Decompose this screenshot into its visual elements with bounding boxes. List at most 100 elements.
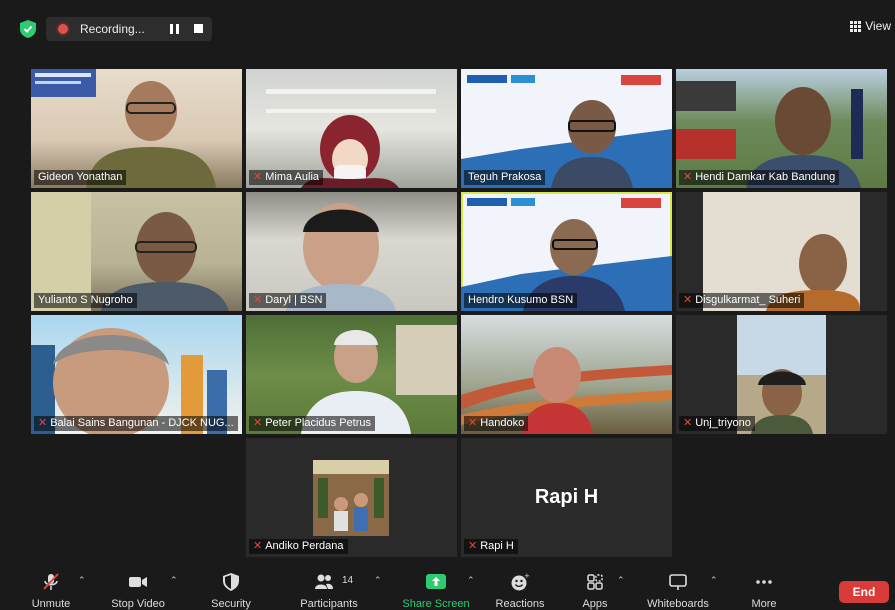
participant-name: Handoko	[480, 417, 525, 429]
participant-name-label: ✕ Unj_triyono	[679, 416, 755, 431]
video-options-chevron-icon[interactable]: ⌃	[170, 575, 178, 586]
video-tile[interactable]: ✕ Andiko Perdana	[246, 438, 457, 557]
participant-name-label: ✕ Rapi H	[464, 539, 518, 554]
muted-mic-icon: ✕	[468, 540, 478, 552]
participant-name-label: ✕ Peter Placidus Petrus	[249, 416, 375, 431]
participants-options-chevron-icon[interactable]: ⌃	[374, 575, 382, 586]
muted-mic-icon: ✕	[253, 294, 263, 306]
security-button[interactable]: Security	[204, 565, 258, 610]
shield-check-icon[interactable]	[20, 20, 36, 38]
recording-label: Recording...	[80, 22, 145, 36]
video-tile[interactable]: ✕ Handoko	[461, 315, 672, 434]
participant-name-label: Yulianto S Nugroho	[34, 293, 137, 308]
more-label: More	[751, 598, 777, 610]
reactions-smiley-icon: +	[511, 573, 530, 591]
active-speaker-tile[interactable]: Hendro Kusumo BSN	[461, 192, 672, 311]
view-button[interactable]: View	[850, 19, 891, 33]
share-options-chevron-icon[interactable]: ⌃	[467, 575, 475, 586]
participant-name-label: Hendro Kusumo BSN	[464, 293, 578, 308]
participants-people-icon	[315, 574, 333, 589]
meeting-top-bar: Recording... View	[0, 0, 895, 58]
muted-mic-icon: ✕	[253, 417, 263, 429]
participant-name: Daryl | BSN	[265, 294, 323, 306]
muted-mic-icon: ✕	[253, 540, 263, 552]
participant-display-name: Rapi H	[534, 486, 599, 508]
unmute-label: Unmute	[31, 598, 71, 610]
more-button[interactable]: More	[744, 565, 784, 610]
participant-name: Teguh Prakosa	[468, 171, 542, 183]
video-tile[interactable]: ✕ Hendi Damkar Kab Bandung	[676, 69, 887, 188]
share-screen-label: Share Screen	[402, 598, 470, 610]
participant-name: Peter Placidus Petrus	[265, 417, 371, 429]
apps-label: Apps	[582, 598, 608, 610]
muted-mic-icon: ✕	[253, 171, 263, 183]
recording-indicator: Recording...	[46, 17, 212, 41]
whiteboards-button[interactable]: Whiteboards	[642, 565, 714, 610]
video-tile[interactable]: ✕ Balai Sains Bangunan - DJCK NUG...	[31, 315, 242, 434]
stop-video-label: Stop Video	[111, 598, 165, 610]
participant-name: Balai Sains Bangunan - DJCK NUG...	[50, 417, 234, 429]
apps-button[interactable]: Apps	[576, 565, 614, 610]
share-screen-button[interactable]: Share Screen	[400, 565, 472, 610]
video-tile[interactable]: ✕ Daryl | BSN	[246, 192, 457, 311]
participant-name: Mima Aulia	[265, 171, 320, 183]
participant-name-label: ✕ Handoko	[464, 416, 529, 431]
participants-label: Participants	[300, 598, 358, 610]
participant-name: Rapi H	[480, 540, 514, 552]
reactions-label: Reactions	[495, 598, 545, 610]
participant-name: Yulianto S Nugroho	[38, 294, 133, 306]
participant-name: Hendro Kusumo BSN	[468, 294, 574, 306]
participants-button[interactable]: 14 Participants	[296, 565, 362, 610]
video-tile[interactable]: Yulianto S Nugroho	[31, 192, 242, 311]
video-tile[interactable]: Teguh Prakosa	[461, 69, 672, 188]
meeting-toolbar: Unmute ⌃ Stop Video ⌃ Security 14 Partic…	[0, 565, 895, 610]
muted-mic-icon: ✕	[468, 417, 478, 429]
pause-recording-icon[interactable]	[170, 24, 180, 34]
security-label: Security	[211, 598, 251, 610]
video-tile[interactable]: Gideon Yonathan	[31, 69, 242, 188]
video-tile[interactable]: Rapi H ✕ Rapi H	[461, 438, 672, 557]
gallery-grid-icon	[850, 20, 862, 32]
apps-grid-icon	[587, 574, 603, 590]
end-meeting-button[interactable]: End	[839, 581, 889, 603]
audio-options-chevron-icon[interactable]: ⌃	[78, 575, 86, 586]
video-tile[interactable]: ✕ Mima Aulia	[246, 69, 457, 188]
stop-video-button[interactable]: Stop Video	[106, 565, 170, 610]
muted-microphone-icon	[43, 573, 59, 590]
reactions-button[interactable]: + Reactions	[490, 565, 550, 610]
share-screen-arrow-icon	[426, 574, 446, 589]
muted-mic-icon: ✕	[683, 417, 693, 429]
participant-name-label: ✕ Balai Sains Bangunan - DJCK NUG...	[34, 416, 238, 431]
video-camera-icon	[129, 577, 147, 587]
apps-options-chevron-icon[interactable]: ⌃	[617, 575, 625, 586]
more-dots-icon	[756, 580, 772, 584]
participant-name-label: ✕ Hendi Damkar Kab Bandung	[679, 170, 840, 185]
record-dot-icon	[58, 24, 68, 34]
unmute-button[interactable]: Unmute	[24, 565, 78, 610]
whiteboard-icon	[669, 574, 687, 590]
security-shield-icon	[223, 573, 239, 591]
participant-name: Hendi Damkar Kab Bandung	[695, 171, 836, 183]
muted-mic-icon: ✕	[38, 417, 48, 429]
stop-recording-icon[interactable]	[194, 24, 203, 33]
participant-name-label: ✕ Disgulkarmat_ Suheri	[679, 293, 805, 308]
muted-mic-icon: ✕	[683, 171, 693, 183]
participant-name-label: Teguh Prakosa	[464, 170, 546, 185]
participant-name-label: ✕ Mima Aulia	[249, 170, 324, 185]
view-label: View	[865, 19, 891, 33]
whiteboards-label: Whiteboards	[647, 598, 709, 610]
participant-name: Andiko Perdana	[265, 540, 344, 552]
svg-text:+: +	[524, 573, 530, 580]
participant-name-label: ✕ Andiko Perdana	[249, 539, 348, 554]
video-tile[interactable]: ✕ Unj_triyono	[676, 315, 887, 434]
participant-name: Gideon Yonathan	[38, 171, 123, 183]
video-tile[interactable]: ✕ Peter Placidus Petrus	[246, 315, 457, 434]
whiteboards-options-chevron-icon[interactable]: ⌃	[710, 575, 718, 586]
participant-name-label: ✕ Daryl | BSN	[249, 293, 327, 308]
participants-count: 14	[342, 575, 354, 586]
participant-name: Disgulkarmat_ Suheri	[695, 294, 801, 306]
participant-name: Unj_triyono	[695, 417, 751, 429]
muted-mic-icon: ✕	[683, 294, 693, 306]
video-tile[interactable]: ✕ Disgulkarmat_ Suheri	[676, 192, 887, 311]
participant-name-label: Gideon Yonathan	[34, 170, 127, 185]
